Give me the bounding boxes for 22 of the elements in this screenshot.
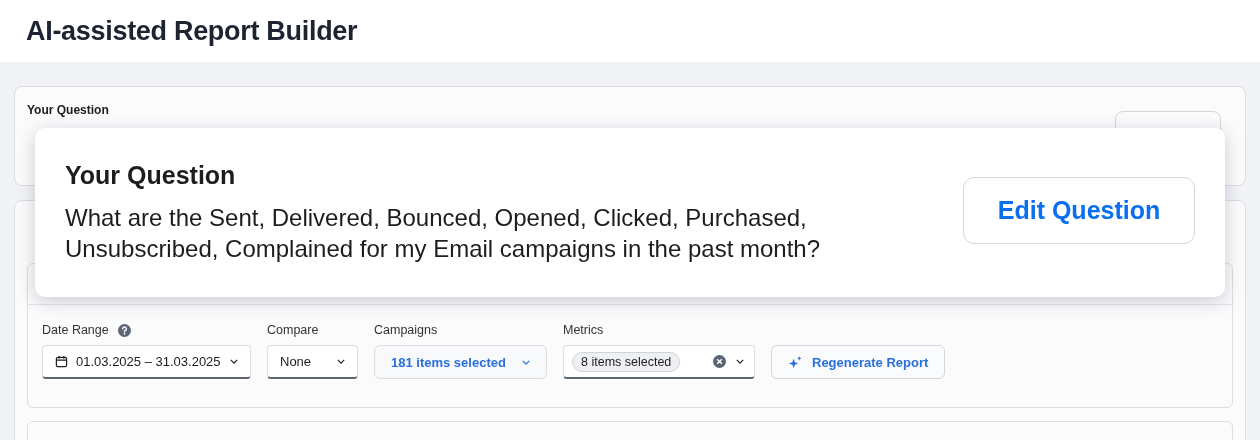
clear-icon[interactable]: [713, 355, 726, 368]
chevron-down-icon: [522, 359, 530, 365]
compare-select[interactable]: None: [267, 345, 358, 379]
card-label: Your Question: [27, 103, 110, 117]
help-icon[interactable]: [117, 323, 131, 337]
field-label: Campaigns: [374, 323, 438, 337]
chevron-down-icon: [337, 359, 345, 364]
popover-title: Your Question: [65, 161, 237, 190]
calendar-icon: [55, 355, 68, 368]
edit-question-button[interactable]: Edit Question: [963, 177, 1195, 244]
chevron-down-icon: [230, 359, 238, 364]
field-label: Metrics: [563, 323, 604, 337]
sparkle-icon: [788, 354, 803, 370]
page-title: AI-assisted Report Builder: [26, 15, 358, 47]
regenerate-report-button[interactable]: Regenerate Report: [771, 345, 946, 379]
chevron-down-icon[interactable]: [736, 359, 744, 364]
question-text: What are the Sent, Delivered, Bounced, Opened, Clicked, Purchased, Unsubscribed, Complained for my Email campaigns in the past month?: [65, 203, 822, 264]
campaigns-select[interactable]: 181 items selected: [374, 345, 547, 379]
field-label: Compare: [267, 323, 319, 337]
field-label: Date Range: [42, 323, 109, 337]
metrics-token: 8 items selected: [572, 351, 681, 372]
date-range-field[interactable]: 01.03.2025 – 31.03.2025: [42, 345, 251, 379]
